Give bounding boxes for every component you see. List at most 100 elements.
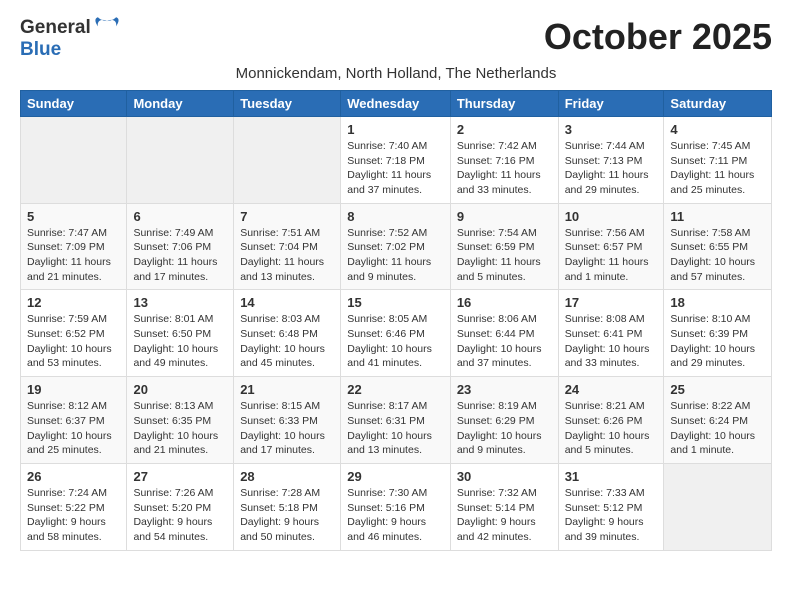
day-number: 17	[565, 295, 658, 310]
day-info: Sunrise: 7:58 AMSunset: 6:55 PMDaylight:…	[670, 226, 765, 285]
day-number: 30	[457, 469, 552, 484]
day-info: Sunrise: 8:15 AMSunset: 6:33 PMDaylight:…	[240, 399, 334, 458]
day-number: 22	[347, 382, 444, 397]
day-number: 28	[240, 469, 334, 484]
day-number: 29	[347, 469, 444, 484]
table-row: 10Sunrise: 7:56 AMSunset: 6:57 PMDayligh…	[558, 203, 664, 290]
day-info: Sunrise: 8:08 AMSunset: 6:41 PMDaylight:…	[565, 312, 658, 371]
table-row: 8Sunrise: 7:52 AMSunset: 7:02 PMDaylight…	[341, 203, 451, 290]
day-info: Sunrise: 8:03 AMSunset: 6:48 PMDaylight:…	[240, 312, 334, 371]
day-number: 5	[27, 209, 120, 224]
day-number: 20	[133, 382, 227, 397]
day-number: 2	[457, 122, 552, 137]
logo-bird-icon	[94, 16, 120, 38]
table-row: 3Sunrise: 7:44 AMSunset: 7:13 PMDaylight…	[558, 116, 664, 203]
table-row: 1Sunrise: 7:40 AMSunset: 7:18 PMDaylight…	[341, 116, 451, 203]
calendar-week-row: 5Sunrise: 7:47 AMSunset: 7:09 PMDaylight…	[21, 203, 772, 290]
day-number: 26	[27, 469, 120, 484]
day-number: 31	[565, 469, 658, 484]
month-title: October 2025	[544, 16, 772, 58]
day-number: 7	[240, 209, 334, 224]
calendar-week-row: 19 Sunrise: 8:12 AMSunset: 6:37 PMDayligh…	[21, 377, 772, 464]
table-row: 29 Sunrise: 7:30 AMSunset: 5:16 PMDayligh…	[341, 463, 451, 550]
table-row: 12 Sunrise: 7:59 AMSunset: 6:52 PMDayligh…	[21, 290, 127, 377]
day-info: Sunrise: 8:01 AMSunset: 6:50 PMDaylight:…	[133, 312, 227, 371]
day-info: Sunrise: 7:24 AMSunset: 5:22 PMDaylight:…	[27, 486, 120, 545]
table-row: 9 Sunrise: 7:54 AMSunset: 6:59 PMDaylight…	[450, 203, 558, 290]
table-row	[21, 116, 127, 203]
day-info: Sunrise: 7:51 AMSunset: 7:04 PMDaylight:…	[240, 226, 334, 285]
logo-blue: Blue	[20, 40, 61, 61]
day-number: 3	[565, 122, 658, 137]
calendar-week-row: 26 Sunrise: 7:24 AMSunset: 5:22 PMDayligh…	[21, 463, 772, 550]
day-info: Sunrise: 8:06 AMSunset: 6:44 PMDaylight:…	[457, 312, 552, 371]
table-row: 31 Sunrise: 7:33 AMSunset: 5:12 PMDayligh…	[558, 463, 664, 550]
day-number: 14	[240, 295, 334, 310]
table-row: 15 Sunrise: 8:05 AMSunset: 6:46 PMDayligh…	[341, 290, 451, 377]
day-info: Sunrise: 8:12 AMSunset: 6:37 PMDaylight:…	[27, 399, 120, 458]
day-info: Sunrise: 7:52 AMSunset: 7:02 PMDaylight:…	[347, 226, 444, 285]
logo: General Blue	[20, 16, 120, 61]
table-row: 27Sunrise: 7:26 AMSunset: 5:20 PMDayligh…	[127, 463, 234, 550]
table-row: 18 Sunrise: 8:10 AMSunset: 6:39 PMDayligh…	[664, 290, 772, 377]
table-row: 16Sunrise: 8:06 AMSunset: 6:44 PMDayligh…	[450, 290, 558, 377]
table-row: 11 Sunrise: 7:58 AMSunset: 6:55 PMDayligh…	[664, 203, 772, 290]
header: General Blue October 2025	[20, 16, 772, 61]
day-info: Sunrise: 7:40 AMSunset: 7:18 PMDaylight:…	[347, 139, 444, 198]
table-row: 17 Sunrise: 8:08 AMSunset: 6:41 PMDayligh…	[558, 290, 664, 377]
table-row: 22Sunrise: 8:17 AMSunset: 6:31 PMDayligh…	[341, 377, 451, 464]
day-number: 9	[457, 209, 552, 224]
day-number: 24	[565, 382, 658, 397]
calendar-week-row: 1Sunrise: 7:40 AMSunset: 7:18 PMDaylight…	[21, 116, 772, 203]
table-row: 26 Sunrise: 7:24 AMSunset: 5:22 PMDayligh…	[21, 463, 127, 550]
day-info: Sunrise: 7:49 AMSunset: 7:06 PMDaylight:…	[133, 226, 227, 285]
table-row: 2 Sunrise: 7:42 AMSunset: 7:16 PMDaylight…	[450, 116, 558, 203]
day-info: Sunrise: 7:28 AMSunset: 5:18 PMDaylight:…	[240, 486, 334, 545]
calendar-week-row: 12 Sunrise: 7:59 AMSunset: 6:52 PMDayligh…	[21, 290, 772, 377]
table-row	[127, 116, 234, 203]
day-number: 11	[670, 209, 765, 224]
header-wednesday: Wednesday	[341, 90, 451, 116]
day-info: Sunrise: 7:59 AMSunset: 6:52 PMDaylight:…	[27, 312, 120, 371]
table-row: 13 Sunrise: 8:01 AMSunset: 6:50 PMDayligh…	[127, 290, 234, 377]
day-number: 4	[670, 122, 765, 137]
table-row	[664, 463, 772, 550]
day-info: Sunrise: 7:30 AMSunset: 5:16 PMDaylight:…	[347, 486, 444, 545]
day-info: Sunrise: 7:32 AMSunset: 5:14 PMDaylight:…	[457, 486, 552, 545]
day-info: Sunrise: 8:21 AMSunset: 6:26 PMDaylight:…	[565, 399, 658, 458]
table-row: 5Sunrise: 7:47 AMSunset: 7:09 PMDaylight…	[21, 203, 127, 290]
day-number: 27	[133, 469, 227, 484]
day-info: Sunrise: 7:45 AMSunset: 7:11 PMDaylight:…	[670, 139, 765, 198]
header-friday: Friday	[558, 90, 664, 116]
table-row: 23 Sunrise: 8:19 AMSunset: 6:29 PMDayligh…	[450, 377, 558, 464]
day-info: Sunrise: 7:56 AMSunset: 6:57 PMDaylight:…	[565, 226, 658, 285]
day-number: 15	[347, 295, 444, 310]
day-info: Sunrise: 7:33 AMSunset: 5:12 PMDaylight:…	[565, 486, 658, 545]
table-row	[234, 116, 341, 203]
table-row: 19 Sunrise: 8:12 AMSunset: 6:37 PMDayligh…	[21, 377, 127, 464]
day-info: Sunrise: 8:05 AMSunset: 6:46 PMDaylight:…	[347, 312, 444, 371]
header-monday: Monday	[127, 90, 234, 116]
day-number: 6	[133, 209, 227, 224]
day-number: 18	[670, 295, 765, 310]
day-number: 23	[457, 382, 552, 397]
day-info: Sunrise: 8:10 AMSunset: 6:39 PMDaylight:…	[670, 312, 765, 371]
table-row: 30 Sunrise: 7:32 AMSunset: 5:14 PMDayligh…	[450, 463, 558, 550]
logo-general: General	[20, 18, 91, 39]
header-thursday: Thursday	[450, 90, 558, 116]
day-number: 12	[27, 295, 120, 310]
day-number: 19	[27, 382, 120, 397]
table-row: 4 Sunrise: 7:45 AMSunset: 7:11 PMDaylight…	[664, 116, 772, 203]
day-info: Sunrise: 8:13 AMSunset: 6:35 PMDaylight:…	[133, 399, 227, 458]
table-row: 25 Sunrise: 8:22 AMSunset: 6:24 PMDayligh…	[664, 377, 772, 464]
day-info: Sunrise: 7:42 AMSunset: 7:16 PMDaylight:…	[457, 139, 552, 198]
location-title: Monnickendam, North Holland, The Netherl…	[20, 65, 772, 82]
day-info: Sunrise: 8:19 AMSunset: 6:29 PMDaylight:…	[457, 399, 552, 458]
day-number: 13	[133, 295, 227, 310]
day-info: Sunrise: 8:22 AMSunset: 6:24 PMDaylight:…	[670, 399, 765, 458]
table-row: 28 Sunrise: 7:28 AMSunset: 5:18 PMDayligh…	[234, 463, 341, 550]
day-info: Sunrise: 7:54 AMSunset: 6:59 PMDaylight:…	[457, 226, 552, 285]
day-number: 25	[670, 382, 765, 397]
calendar-header-row: Sunday Monday Tuesday Wednesday Thursday…	[21, 90, 772, 116]
table-row: 20 Sunrise: 8:13 AMSunset: 6:35 PMDayligh…	[127, 377, 234, 464]
